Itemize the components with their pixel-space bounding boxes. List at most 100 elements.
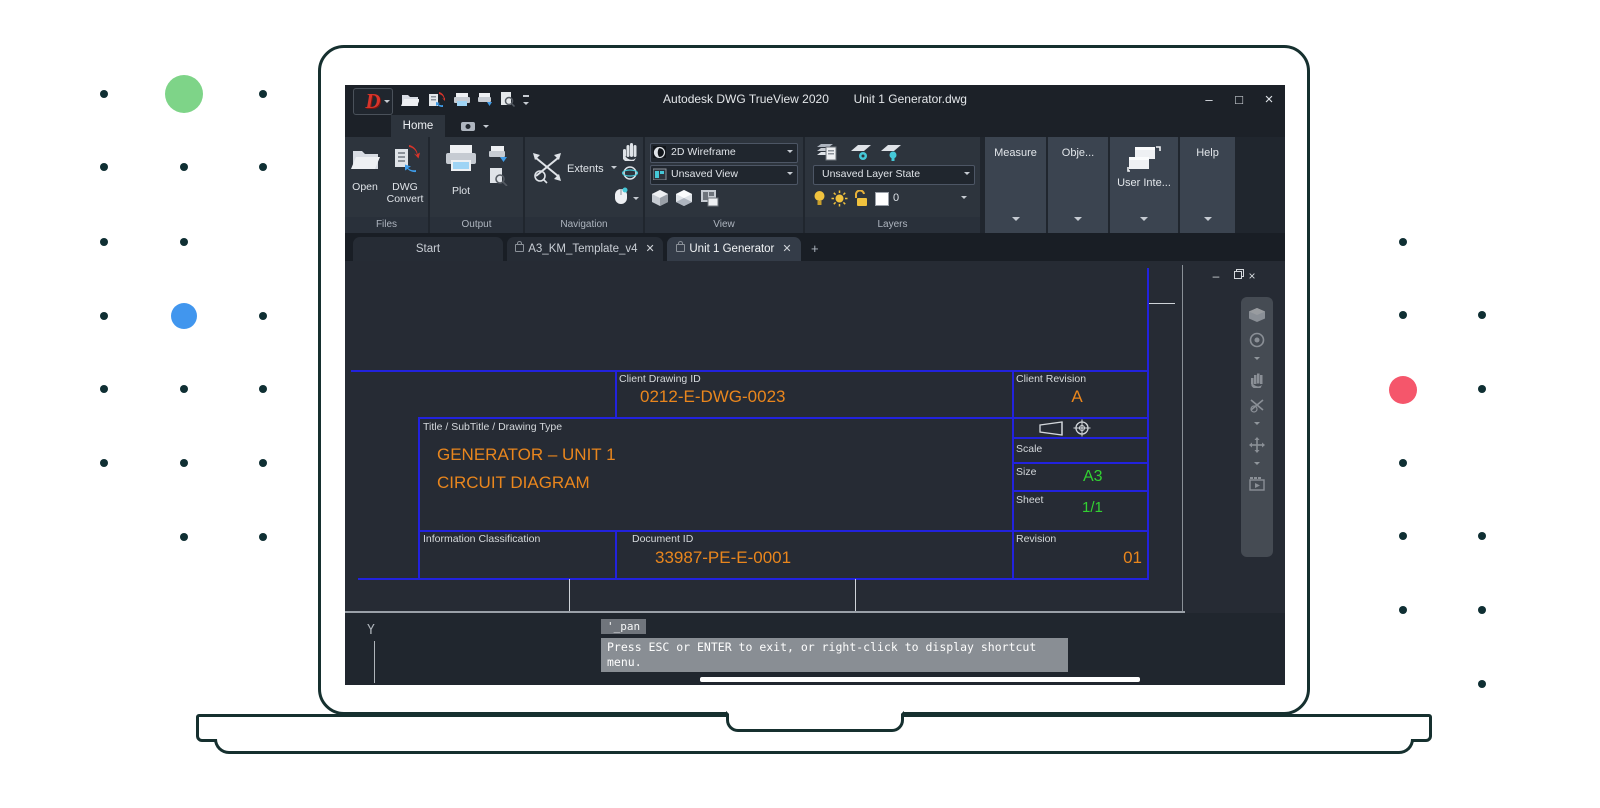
isometric-view-icon[interactable] xyxy=(675,189,694,208)
workspace-icon[interactable] xyxy=(461,121,478,132)
command-line-area[interactable]: Y '_pan Press ESC or ENTER to exit, or r… xyxy=(345,613,1285,685)
new-tab-button[interactable]: + xyxy=(811,241,819,256)
maximize-button[interactable]: □ xyxy=(1227,92,1251,108)
navigation-bar[interactable] xyxy=(1241,297,1273,557)
close-button[interactable]: × xyxy=(1257,92,1281,108)
decor-dot xyxy=(100,238,108,246)
decor-dot xyxy=(100,312,108,320)
layer-isolate-icon[interactable] xyxy=(849,143,873,163)
laptop-base-lip xyxy=(214,739,1414,754)
batch-plot-button[interactable] xyxy=(488,145,510,163)
chevron-down-icon[interactable] xyxy=(1254,357,1260,363)
chevron-down-icon xyxy=(1074,217,1082,225)
open-button[interactable] xyxy=(351,145,381,171)
zoom-extents-dropdown[interactable]: Extents xyxy=(567,163,617,175)
plot-button-label: Plot xyxy=(444,185,478,197)
close-tab-icon[interactable]: ✕ xyxy=(782,243,791,255)
chevron-down-icon xyxy=(1012,217,1020,225)
layer-state-dropdown[interactable]: Unsaved Layer State xyxy=(813,165,975,185)
info-classification-label: Information Classification xyxy=(423,533,540,545)
doc-tab-start[interactable]: Start xyxy=(353,237,503,261)
panel-output-label[interactable]: Output xyxy=(430,217,523,233)
chevron-down-icon xyxy=(964,172,970,178)
decor-dot xyxy=(100,90,108,98)
chevron-down-icon[interactable] xyxy=(633,197,639,203)
panel-navigation-label[interactable]: Navigation xyxy=(525,217,643,233)
layer-color-swatch xyxy=(875,192,889,206)
decor-dot xyxy=(180,533,188,541)
steering-wheel-icon[interactable] xyxy=(613,187,629,205)
decor-dot xyxy=(1478,680,1486,688)
projection-cone-icon xyxy=(1038,421,1066,436)
layer-unlock-icon xyxy=(853,190,869,207)
chevron-down-icon[interactable] xyxy=(1254,422,1260,428)
decor-dot xyxy=(1478,606,1486,614)
navbar-wheel-icon[interactable] xyxy=(1249,332,1265,348)
panel-view-label[interactable]: View xyxy=(645,217,803,233)
command-prompt-message: Press ESC or ENTER to exit, or right-cli… xyxy=(601,638,1068,672)
dwg-convert-button[interactable] xyxy=(389,143,423,173)
chevron-down-icon[interactable] xyxy=(483,125,489,131)
open-button-label: Open xyxy=(345,181,385,193)
document-title: Unit 1 Generator.dwg xyxy=(854,92,967,106)
layer-unisolate-icon[interactable] xyxy=(879,143,903,163)
horizontal-scrollbar[interactable] xyxy=(700,677,1140,682)
drawing-minimize-icon[interactable]: – xyxy=(1207,269,1225,283)
panel-files-label[interactable]: Files xyxy=(345,217,428,233)
panel-measure[interactable]: Measure xyxy=(985,137,1046,233)
panel-user-interface[interactable]: User Inte... xyxy=(1110,137,1178,233)
zoom-extents-icon[interactable] xyxy=(531,151,565,185)
decor-dot xyxy=(259,533,267,541)
palette-separator[interactable] xyxy=(1182,265,1183,612)
decor-dot xyxy=(259,163,267,171)
navbar-showmotion-icon[interactable] xyxy=(1249,477,1265,491)
view-dropdown[interactable]: Unsaved View xyxy=(650,165,798,185)
ribbon-tab-row: Home xyxy=(345,115,1285,137)
drawing-restore-icon[interactable] xyxy=(1225,269,1243,283)
preview-button[interactable] xyxy=(488,167,508,186)
viewport-config-icon[interactable] xyxy=(700,189,720,207)
layer-properties-icon[interactable] xyxy=(813,141,839,163)
decor-circle-blue xyxy=(171,303,197,329)
dwg-trueview-window: D Autodesk DWG Tr xyxy=(345,85,1285,685)
projection-target-icon xyxy=(1073,419,1091,437)
doc-tab-generator[interactable]: Unit 1 Generator✕ xyxy=(667,237,801,261)
navbar-zoom-icon[interactable] xyxy=(1249,397,1265,413)
client-drawing-id-label: Client Drawing ID xyxy=(619,373,701,385)
viewcube-icon[interactable] xyxy=(1248,307,1266,323)
decor-dot xyxy=(180,163,188,171)
navbar-pan-icon[interactable] xyxy=(1250,372,1265,388)
decor-dot xyxy=(1478,311,1486,319)
orbit-icon[interactable] xyxy=(622,165,639,182)
drawing-canvas[interactable]: – × xyxy=(345,261,1285,613)
command-echo: '_pan xyxy=(601,619,646,634)
decor-dot xyxy=(1399,238,1407,246)
drawing-close-icon[interactable]: × xyxy=(1243,269,1261,283)
panel-layers-label[interactable]: Layers xyxy=(805,217,980,233)
chevron-down-icon xyxy=(1140,217,1148,225)
ribbon: Open DWG Convert Files Plot O xyxy=(345,137,1285,233)
titleblock-line xyxy=(358,578,1149,580)
decor-dot xyxy=(1399,459,1407,467)
size-label: Size xyxy=(1016,466,1036,478)
title-label: Title / SubTitle / Drawing Type xyxy=(423,421,562,433)
panel-help[interactable]: Help xyxy=(1180,137,1235,233)
panel-files: Open DWG Convert Files xyxy=(345,137,428,233)
titleblock-line xyxy=(1012,490,1149,492)
plot-button[interactable] xyxy=(444,143,478,173)
pan-icon[interactable] xyxy=(621,141,639,161)
visual-style-dropdown[interactable]: 2D Wireframe xyxy=(650,143,798,163)
navbar-orbit-icon[interactable] xyxy=(1249,437,1265,453)
minimize-button[interactable]: – xyxy=(1197,92,1221,108)
doc-tab-template[interactable]: A3_KM_Template_v4✕ xyxy=(507,237,663,261)
app-title: Autodesk DWG TrueView 2020 xyxy=(663,92,829,106)
ribbon-tab-home[interactable]: Home xyxy=(391,115,445,137)
box-view-icon[interactable] xyxy=(651,189,670,208)
document-id-value: 33987-PE-E-0001 xyxy=(655,548,791,568)
drawing-window-controls: – × xyxy=(1207,269,1261,283)
panel-objects[interactable]: Obje... xyxy=(1048,137,1108,233)
titleblock-line xyxy=(1012,462,1149,464)
chevron-down-icon[interactable] xyxy=(1254,462,1260,468)
close-tab-icon[interactable]: ✕ xyxy=(646,243,655,255)
layer-control-row[interactable]: 0 xyxy=(813,189,973,209)
